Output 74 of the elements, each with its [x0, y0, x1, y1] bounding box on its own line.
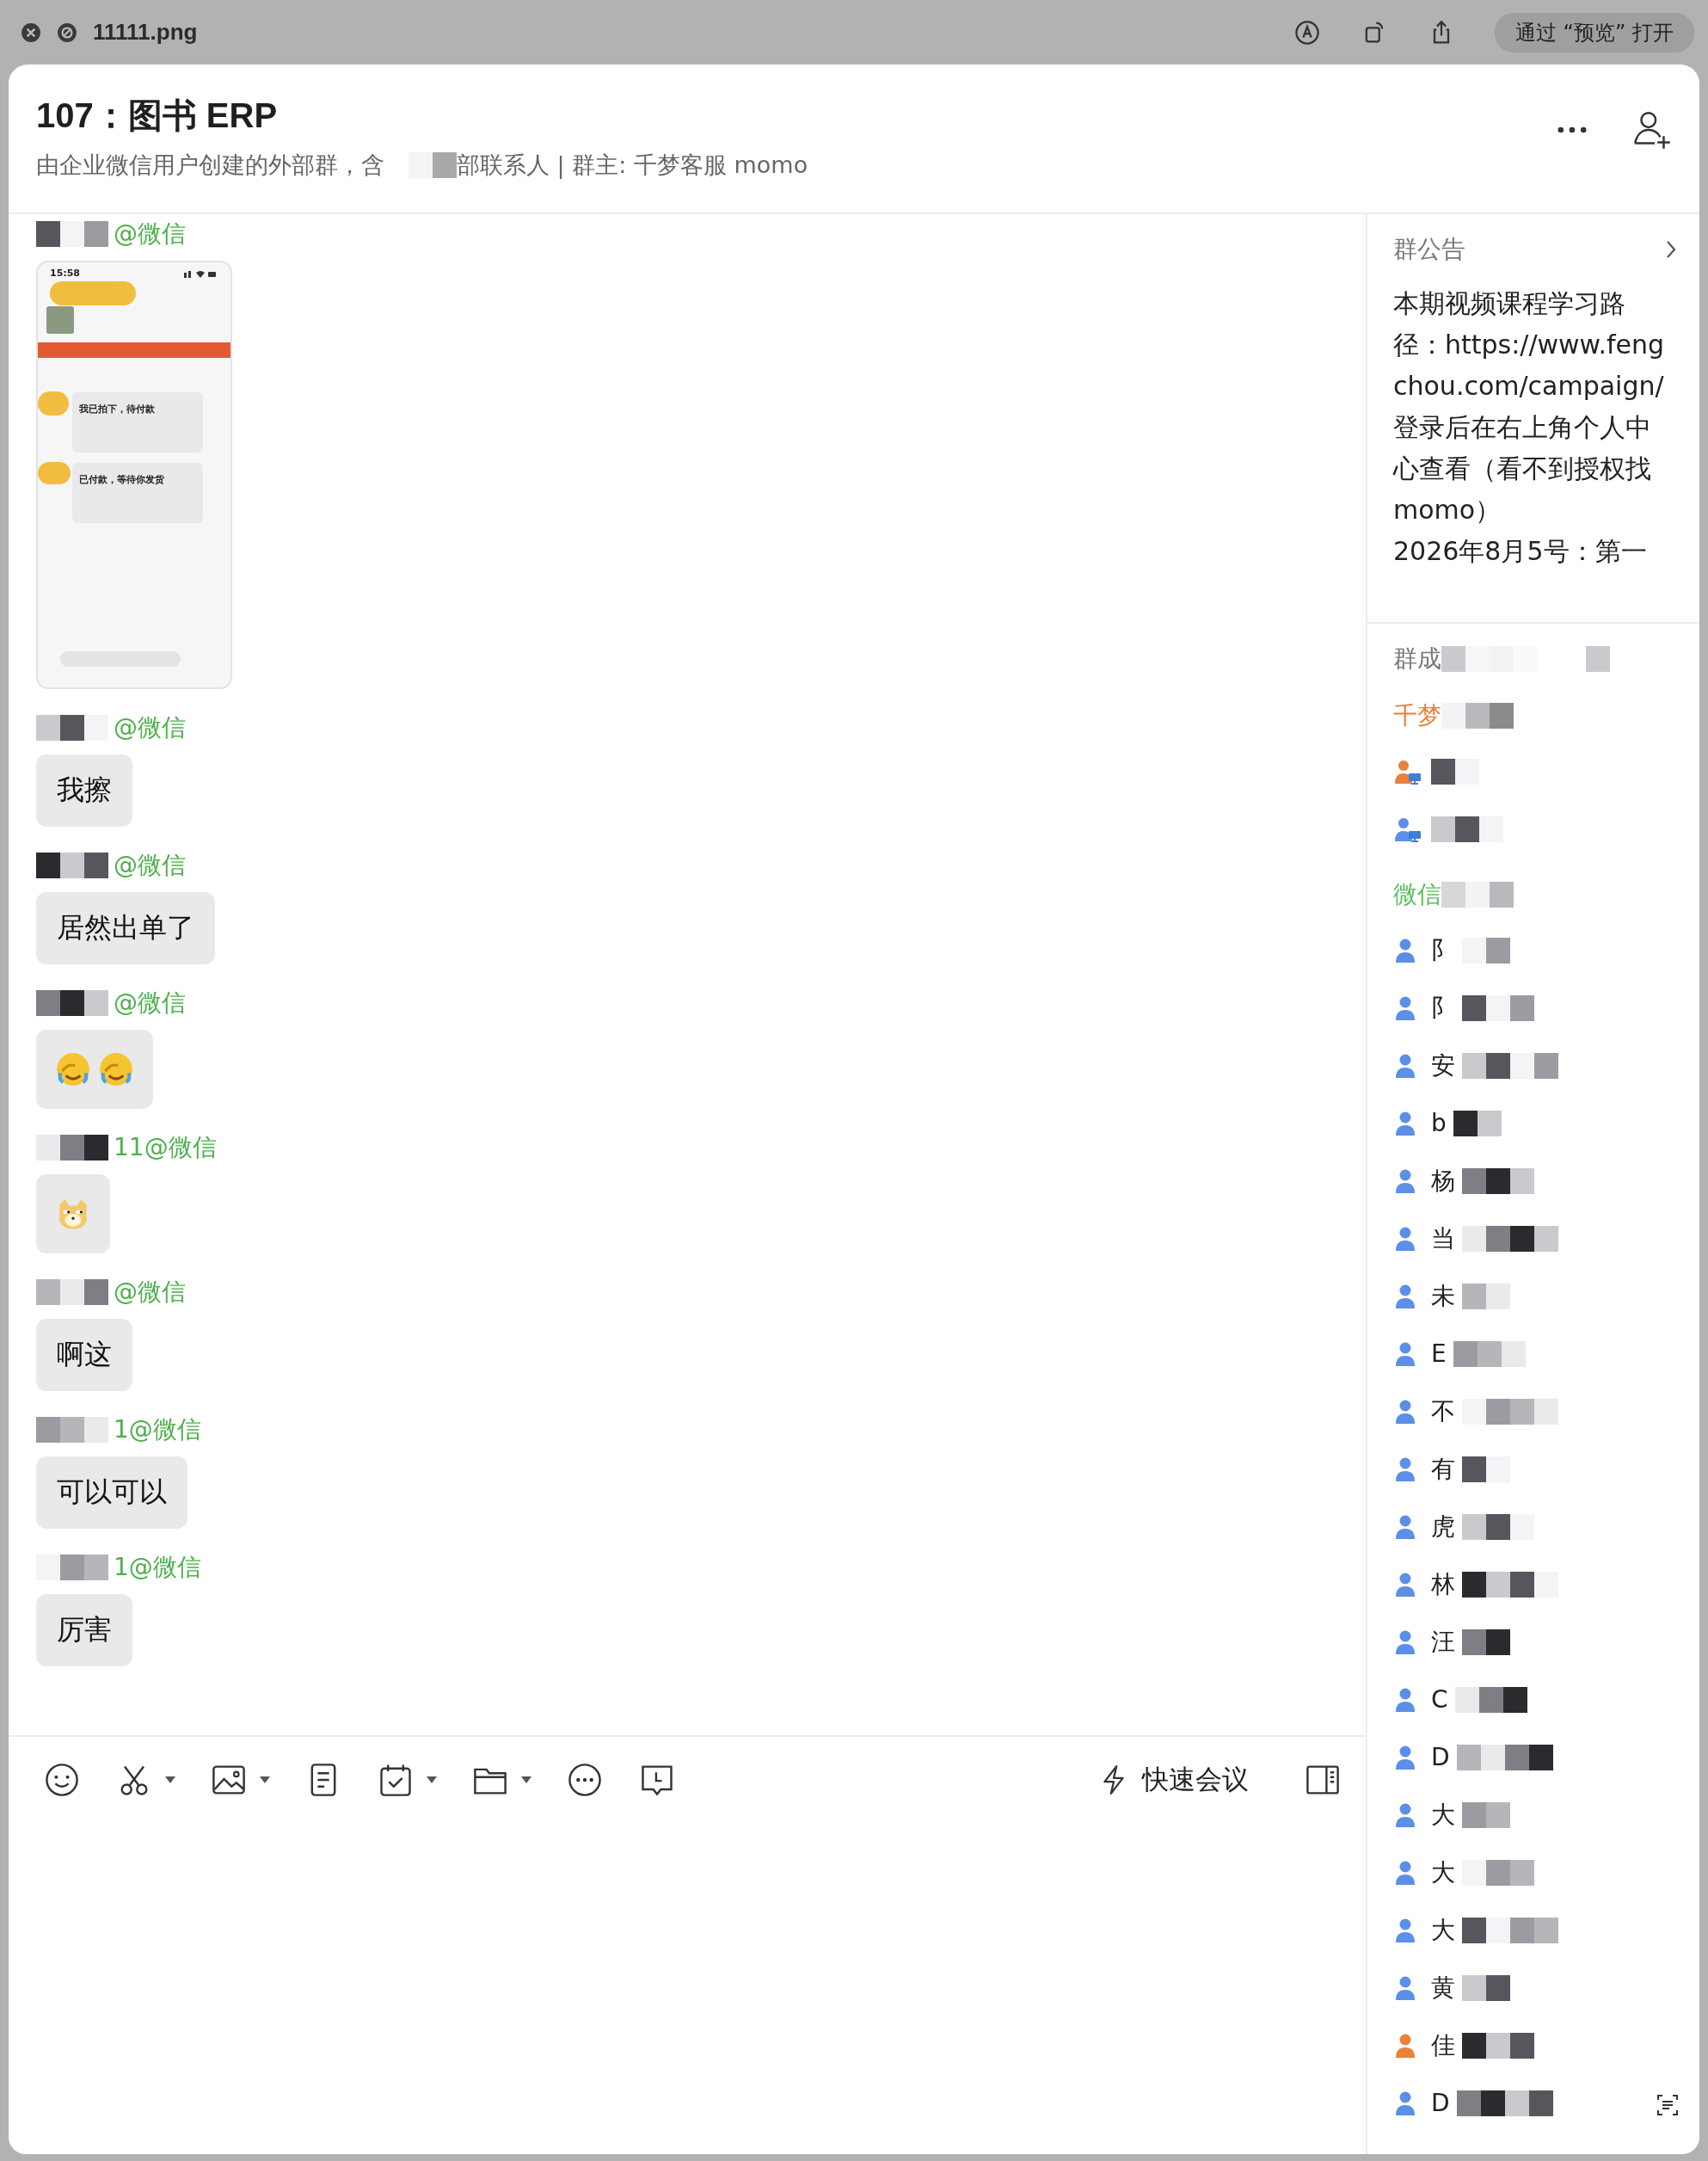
member-name[interactable]: 虎 — [1431, 1510, 1455, 1543]
markup-icon[interactable] — [1293, 18, 1321, 46]
chevron-right-icon[interactable] — [1665, 239, 1677, 260]
sender-name: @微信 — [114, 850, 186, 881]
member-name[interactable]: 黄 — [1431, 1971, 1455, 2004]
message-bubble: 居然出单了 — [36, 892, 215, 964]
redaction-mosaic — [1431, 758, 1479, 785]
member-name[interactable]: 汪 — [1431, 1625, 1455, 1659]
member-name[interactable]: 大 — [1431, 1798, 1455, 1832]
chat-subtitle: 部联系人 | 群主: 千梦客服 momo — [457, 151, 808, 181]
caret-icon[interactable] — [260, 1776, 270, 1783]
sender-name: @微信 — [114, 219, 186, 249]
member-name[interactable]: C — [1431, 1685, 1448, 1714]
sender-name: @微信 — [114, 988, 186, 1019]
notice-text: 2026年8月5号：第一 — [1393, 535, 1648, 568]
notice-text: 登录后在右上角个人中心查看（看不到授权找 momo） — [1393, 411, 1652, 526]
redaction-mosaic — [1462, 1456, 1510, 1482]
status-time: 15:58 — [50, 268, 80, 279]
redaction-mosaic — [1462, 1283, 1510, 1309]
member-name[interactable]: 大 — [1431, 1856, 1455, 1889]
redaction-mosaic — [1462, 1801, 1510, 1828]
message-bubble: 可以可以 — [36, 1456, 187, 1529]
redaction-mosaic — [1462, 1628, 1510, 1655]
message-bubble: 我擦 — [36, 754, 132, 827]
member-name[interactable]: 大 — [1431, 1913, 1455, 1947]
redaction-mosaic — [1462, 937, 1510, 964]
card-title: 已付款，等待你发货 — [79, 474, 164, 485]
section-title: 群公告 — [1393, 234, 1465, 265]
member-name[interactable]: 阝 — [1431, 933, 1455, 967]
sender-name: @微信 — [114, 712, 186, 743]
member-name[interactable]: 杨 — [1431, 1164, 1455, 1197]
caret-icon[interactable] — [521, 1776, 531, 1783]
sender-name: @微信 — [114, 1277, 186, 1308]
emoji-icon[interactable] — [43, 1761, 81, 1799]
more-icon[interactable] — [566, 1761, 604, 1799]
redaction-blob — [38, 391, 69, 416]
member-name[interactable]: 安 — [1431, 1049, 1455, 1082]
member-name[interactable]: 有 — [1431, 1452, 1455, 1486]
member-name[interactable]: D — [1431, 1743, 1450, 1771]
notice-text: 本期视频课程学习路径：https://www.fengchou.com/campaign/ — [1393, 287, 1665, 403]
member-name[interactable]: 佳 — [1431, 2029, 1455, 2062]
open-with-preview-button[interactable]: 通过 “预览” 打开 — [1494, 12, 1694, 52]
block-icon[interactable] — [57, 22, 77, 43]
member-name[interactable]: 林 — [1431, 1567, 1455, 1601]
section-title: 群成 — [1393, 643, 1441, 674]
chat-title: 107：图书 ERP — [36, 95, 279, 136]
crying-face-icon — [98, 1051, 134, 1087]
redaction-mosaic — [1462, 1974, 1510, 2001]
chat-subtitle: 由企业微信用户创建的外部群，含 — [36, 151, 384, 180]
redaction-mosaic — [1453, 1110, 1502, 1136]
card-title: 我已拍下，待付款 — [79, 403, 155, 415]
caret-icon[interactable] — [427, 1776, 437, 1783]
message-bubble: 厉害 — [36, 1594, 132, 1666]
caret-icon[interactable] — [165, 1776, 175, 1783]
sender-name: 1@微信 — [114, 1552, 201, 1583]
member-name[interactable]: 不 — [1431, 1394, 1455, 1428]
quick-meeting-button[interactable]: 快速会议 — [1097, 1762, 1249, 1798]
status-icons — [184, 268, 218, 278]
file-name: 11111.png — [93, 19, 198, 46]
member-name[interactable]: D — [1431, 2089, 1450, 2117]
message-bubble: 啊这 — [36, 1319, 132, 1391]
redaction-blob — [38, 462, 71, 484]
screenshot-thumbnail[interactable]: 15:58 我已拍下，待付款 已付款，等待你发货 — [36, 261, 232, 689]
crying-face-icon — [55, 1051, 91, 1087]
group-label: 微信 — [1393, 879, 1441, 910]
member-name[interactable]: 未 — [1431, 1279, 1455, 1313]
member-name[interactable]: 当 — [1431, 1222, 1455, 1255]
member-name[interactable]: 阝 — [1431, 991, 1455, 1025]
sender-name: 11@微信 — [114, 1132, 217, 1163]
member-name[interactable]: E — [1431, 1339, 1447, 1368]
group-label: 千梦 — [1393, 700, 1441, 731]
member-name[interactable]: b — [1431, 1109, 1447, 1137]
sender-name: 1@微信 — [114, 1414, 201, 1445]
close-icon[interactable] — [21, 22, 41, 43]
